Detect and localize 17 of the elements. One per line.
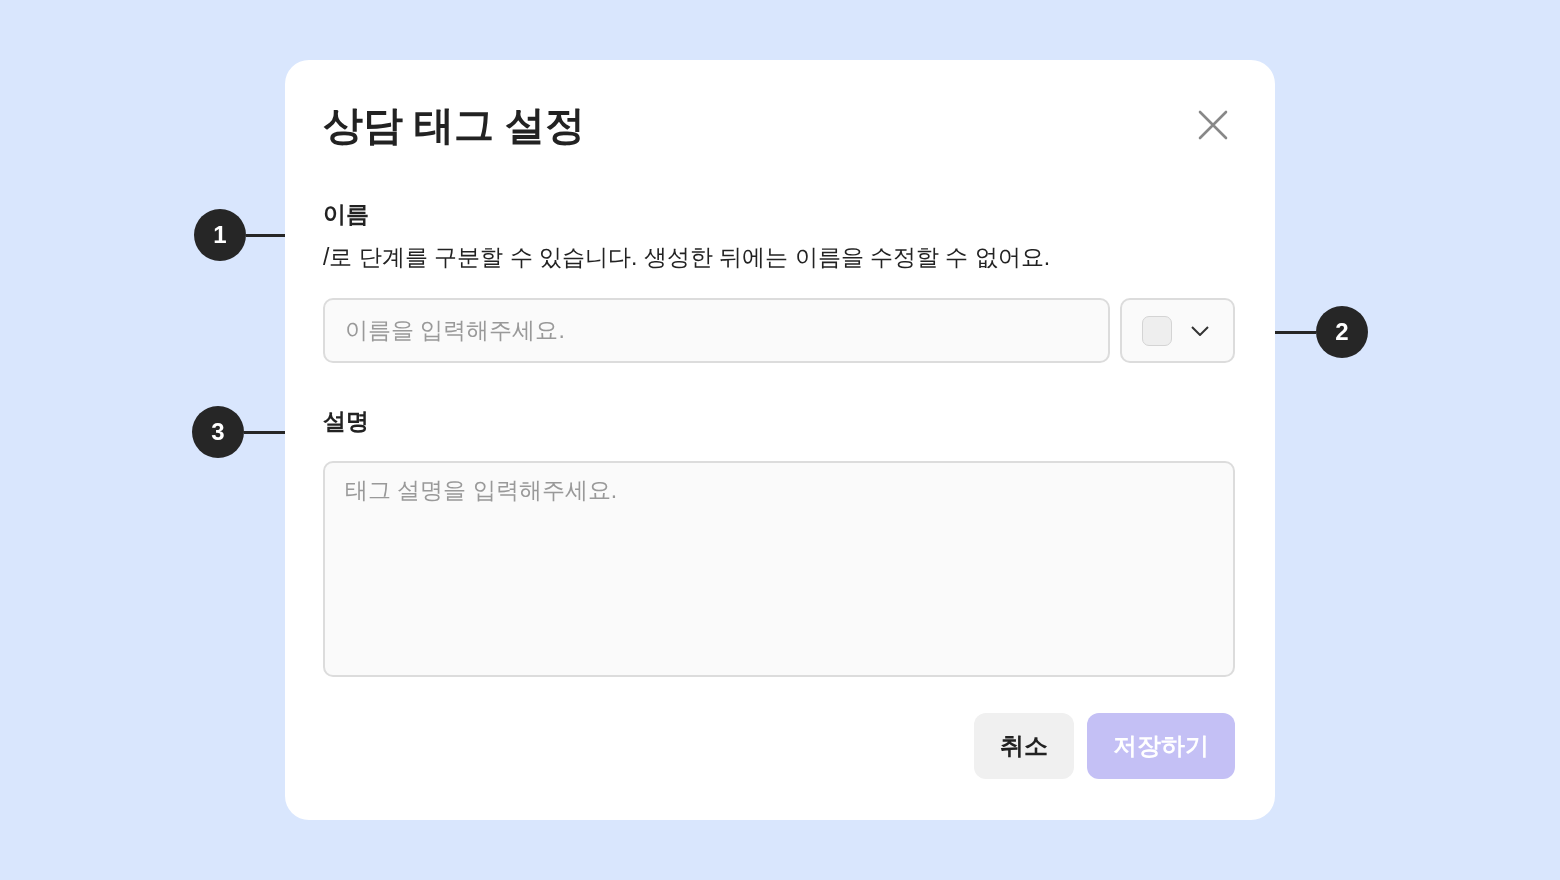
callout-marker: 1	[194, 209, 246, 261]
description-textarea[interactable]: 태그 설명을 입력해주세요.	[323, 461, 1235, 677]
field-label: 설명	[323, 407, 369, 435]
color-swatch	[1142, 315, 1172, 346]
callout-marker: 3	[192, 406, 244, 458]
name-input-field[interactable]: 이름을 입력해주세요.	[323, 298, 1110, 363]
leader-line	[1275, 330, 1316, 334]
helper-text: /로 단계를 구분할 수 있습니다. 생성한 뒤에는 이름을 수정할 수 없어요.	[323, 243, 1051, 272]
leader-line	[244, 430, 285, 434]
callout-marker: 2	[1316, 306, 1368, 358]
cancel-button[interactable]: 취소	[974, 713, 1074, 779]
leader-line	[246, 233, 285, 237]
field-label: 이름	[323, 200, 369, 228]
color-picker-dropdown[interactable]	[1120, 298, 1235, 363]
caret-icon	[1191, 325, 1209, 336]
close-icon[interactable]	[1197, 109, 1229, 141]
dialog-title: 상담 태그 설정	[323, 101, 586, 149]
